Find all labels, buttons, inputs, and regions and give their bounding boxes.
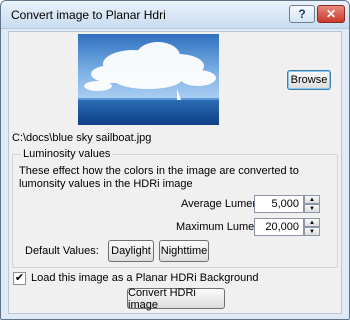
dialog-body: Browse C:\docs\blue sky sailboat.jpg Lum…: [8, 31, 342, 314]
average-lumens-label: Average Lumens: [181, 198, 264, 210]
maximum-lumens-input[interactable]: 20,000: [254, 218, 304, 236]
planar-background-label[interactable]: Load this image as a Planar HDRi Backgro…: [31, 272, 258, 284]
maximum-lumens-spinner[interactable]: ▲ ▼: [304, 218, 320, 236]
convert-hdri-button[interactable]: Convert HDRi image: [127, 287, 225, 311]
help-button[interactable]: ?: [289, 5, 315, 23]
maximum-lumens-label: Maximum Lumens: [176, 221, 266, 233]
browse-button[interactable]: Browse: [287, 70, 331, 90]
daylight-button[interactable]: Daylight: [108, 240, 154, 262]
spin-down-icon[interactable]: ▼: [304, 227, 320, 236]
luminosity-description: These effect how the colors in the image…: [19, 165, 299, 190]
close-button[interactable]: ✕: [317, 5, 345, 23]
spin-up-icon[interactable]: ▲: [304, 218, 320, 227]
luminosity-group: Luminosity values These effect how the c…: [12, 148, 338, 268]
average-lumens-spinner[interactable]: ▲ ▼: [304, 195, 320, 213]
title-bar[interactable]: Convert image to Planar Hdri ? ✕: [1, 1, 349, 29]
image-preview: [78, 34, 219, 125]
window-title: Convert image to Planar Hdri: [11, 8, 166, 22]
file-path: C:\docs\blue sky sailboat.jpg: [12, 132, 152, 144]
default-values-label: Default Values:: [25, 245, 99, 257]
average-lumens-input[interactable]: 5,000: [254, 195, 304, 213]
dialog-window: Convert image to Planar Hdri ? ✕ Browse …: [0, 0, 350, 320]
spin-up-icon[interactable]: ▲: [304, 195, 320, 204]
nighttime-button[interactable]: Nighttime: [159, 240, 209, 262]
spin-down-icon[interactable]: ▼: [304, 204, 320, 213]
checkmark-icon: ✔: [14, 272, 25, 284]
group-label: Luminosity values: [21, 148, 113, 160]
planar-background-checkbox[interactable]: ✔: [13, 272, 26, 285]
